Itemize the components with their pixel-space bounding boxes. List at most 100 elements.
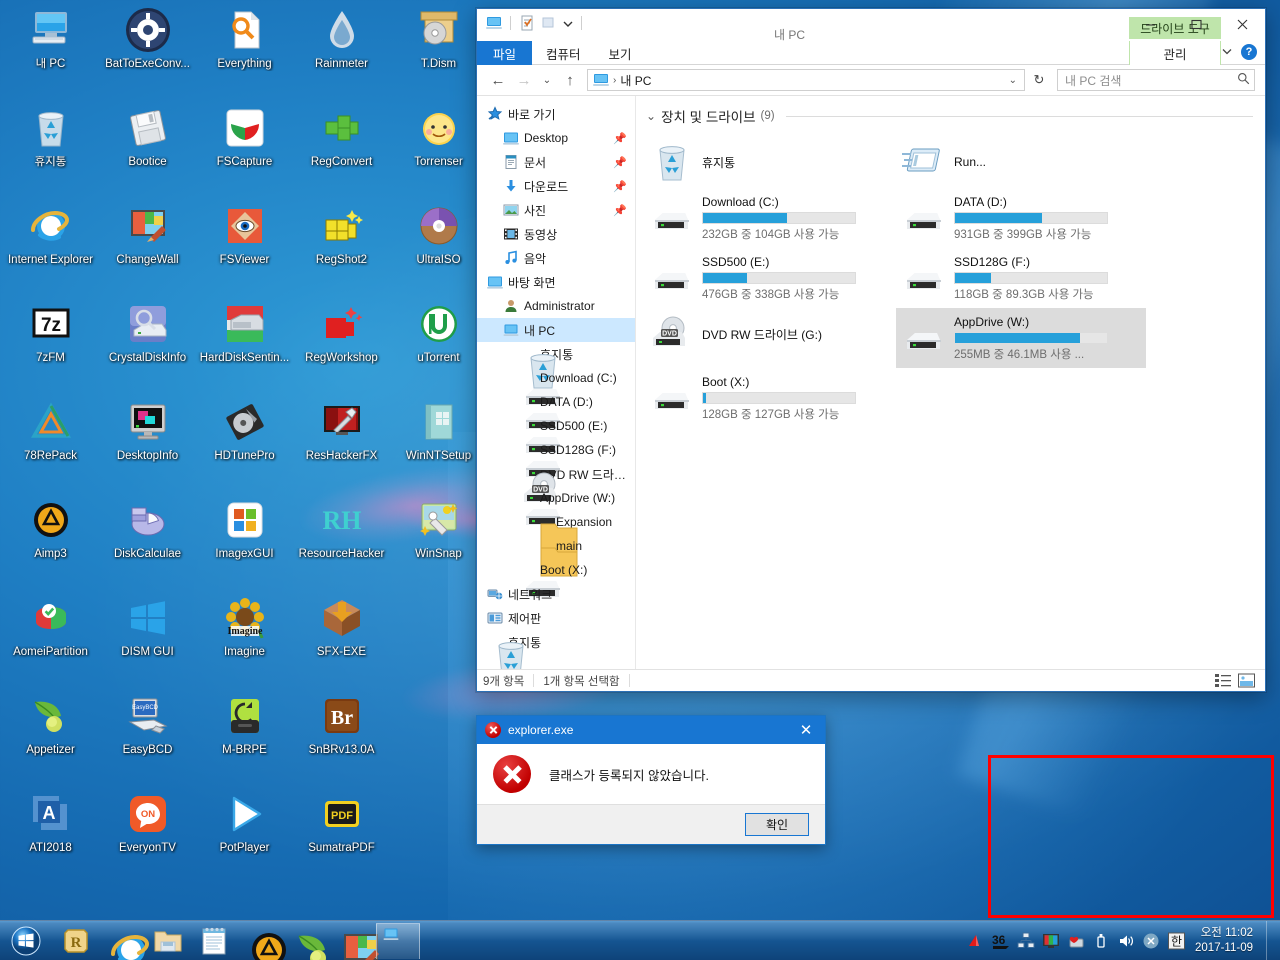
desktop-icon[interactable]: SFX-EXE <box>293 588 390 686</box>
nav-tree-item[interactable]: 내 PC <box>477 318 635 342</box>
desktop-icon[interactable]: AomeiPartition <box>2 588 99 686</box>
desktop-icon[interactable]: ChangeWall <box>99 196 196 294</box>
desktop-icon[interactable]: Imagine Imagine <box>196 588 293 686</box>
taskbar-item-folder[interactable] <box>146 923 190 959</box>
desktop-icon[interactable]: Internet Explorer <box>2 196 99 294</box>
close-circle-icon[interactable] <box>1142 932 1160 950</box>
recent-locations-chevron-down-icon[interactable]: ⌄ <box>539 69 555 91</box>
arrow-up-icon[interactable]: ↑ <box>559 69 581 91</box>
nav-tree-item[interactable]: main <box>477 534 635 577</box>
drive-tile[interactable]: AppDrive (W:) 255MB 중 46.1MB 사용 ... <box>896 308 1146 368</box>
desktop-icon[interactable]: EasyBCD EasyBCD <box>99 686 196 784</box>
close-button[interactable] <box>1219 9 1265 39</box>
customize-dropdown-icon[interactable] <box>562 14 574 32</box>
network-share-icon[interactable] <box>1017 932 1035 950</box>
volume-icon[interactable] <box>1117 932 1135 950</box>
pin-icon[interactable]: 📌 <box>613 156 627 169</box>
chevron-down-icon[interactable]: ⌄ <box>646 109 656 123</box>
taskbar-item-explorer[interactable] <box>376 922 420 959</box>
desktop-icon[interactable]: A ATI2018 <box>2 784 99 882</box>
ime-korean-icon[interactable]: 한 <box>1167 932 1186 950</box>
tab-view[interactable]: 보기 <box>595 41 646 65</box>
group-header[interactable]: ⌄ 장치 및 드라이브 (9) <box>644 106 1265 126</box>
search-input[interactable]: 내 PC 검색 <box>1057 69 1255 91</box>
clock[interactable]: 오전 11:02 2017-11-09 <box>1193 926 1259 956</box>
nav-tree-item[interactable]: 바로 가기 <box>477 102 635 126</box>
nav-tree-item[interactable]: 휴지통 <box>477 630 635 669</box>
nav-tree-item[interactable]: 다운로드 📌 <box>477 174 635 198</box>
taskbar-item-appetizer[interactable] <box>284 923 328 960</box>
desktop-icon[interactable]: RegShot2 <box>293 196 390 294</box>
arrow-right-icon[interactable]: → <box>513 69 535 91</box>
desktop-icon[interactable]: 내 PC <box>2 0 99 98</box>
desktop-icon[interactable]: UltraISO <box>390 196 487 294</box>
drive-tile[interactable]: DVD DVD RW 드라이브 (G:) <box>644 308 894 360</box>
large-icons-view-icon[interactable] <box>1238 673 1255 688</box>
desktop-icon[interactable]: Everything <box>196 0 293 98</box>
desktop-icon[interactable]: HDTunePro <box>196 392 293 490</box>
nav-tree-item[interactable]: Expansion <box>477 510 635 553</box>
nav-tree-item[interactable]: SSD128G (F:) <box>477 438 635 477</box>
arrow-left-icon[interactable]: ← <box>487 69 509 91</box>
nav-tree-item[interactable]: 문서 📌 <box>477 150 635 174</box>
properties-icon[interactable] <box>518 14 536 32</box>
nav-tree-item[interactable]: 동영상 <box>477 222 635 246</box>
desktop-icon[interactable]: BatToExeConv... <box>99 0 196 98</box>
desktop-icon[interactable]: Aimp3 <box>2 490 99 588</box>
desktop-icon[interactable]: DiskCalculae <box>99 490 196 588</box>
nav-tree-item[interactable]: Boot (X:) <box>477 558 635 597</box>
taskbar-item-aimp[interactable] <box>238 923 286 960</box>
desktop-icon[interactable]: WinNTSetup <box>390 392 487 490</box>
desktop-icon[interactable]: PotPlayer <box>196 784 293 882</box>
maximize-button[interactable] <box>1173 9 1219 39</box>
pin-icon[interactable]: 📌 <box>613 204 627 217</box>
drive-tile[interactable]: Download (C:) 232GB 중 104GB 사용 가능 <box>644 188 894 248</box>
nav-tree-item[interactable]: DVD DVD RW 드라이브 <box>477 462 635 502</box>
desktop-icon[interactable]: Br SnBRv13.0A <box>293 686 390 784</box>
pin-icon[interactable]: 📌 <box>613 180 627 193</box>
nav-tree-item[interactable]: 사진 📌 <box>477 198 635 222</box>
nav-tree-item[interactable]: SSD500 (E:) <box>477 414 635 453</box>
nav-tree-item[interactable]: Download (C:) <box>477 366 635 405</box>
new-folder-icon[interactable] <box>540 14 558 32</box>
tab-computer[interactable]: 컴퓨터 <box>532 41 595 65</box>
desktop-icon[interactable]: Torrenser <box>390 98 487 196</box>
taskbar-item-r[interactable]: R <box>54 923 98 959</box>
drive-tile[interactable]: DATA (D:) 931GB 중 399GB 사용 가능 <box>896 188 1146 248</box>
desktop-icon[interactable]: CrystalDiskInfo <box>99 294 196 392</box>
ok-button[interactable]: 확인 <box>745 813 809 836</box>
nav-tree-item[interactable]: 음악 <box>477 246 635 270</box>
taskbar-item-notepad[interactable] <box>192 923 236 959</box>
desktop-icon[interactable]: RegConvert <box>293 98 390 196</box>
desktop-icon[interactable]: 휴지통 <box>2 98 99 196</box>
drive-tile[interactable]: Run... <box>896 136 1146 188</box>
color-monitor-icon[interactable] <box>1042 932 1060 950</box>
nav-tree-item[interactable]: 네트워크 <box>477 582 635 606</box>
desktop-icon[interactable]: 78RePack <box>2 392 99 490</box>
drive-tile[interactable]: SSD500 (E:) 476GB 중 338GB 사용 가능 <box>644 248 894 308</box>
counter-36-icon[interactable]: 36 <box>992 932 1010 950</box>
refresh-icon[interactable]: ↻ <box>1029 72 1049 88</box>
close-icon[interactable]: ✕ <box>793 723 819 738</box>
nav-tree-item[interactable]: Administrator <box>477 294 635 318</box>
tab-manage[interactable]: 관리 <box>1129 41 1221 65</box>
desktop-icon[interactable]: ON EveryonTV <box>99 784 196 882</box>
desktop-icon[interactable]: 7z 7zFM <box>2 294 99 392</box>
desktop-icon[interactable]: WinSnap <box>390 490 487 588</box>
nav-tree-item[interactable]: 바탕 화면 <box>477 270 635 294</box>
help-icon[interactable]: ? <box>1241 44 1257 60</box>
usb-icon[interactable] <box>1092 932 1110 950</box>
desktop-icon[interactable]: Bootice <box>99 98 196 196</box>
red-heart-disk-icon[interactable] <box>1067 932 1085 950</box>
desktop-icon[interactable]: FSViewer <box>196 196 293 294</box>
nav-tree-item[interactable]: Desktop 📌 <box>477 126 635 150</box>
taskbar-item-changewall[interactable] <box>330 923 379 960</box>
nav-tree-item[interactable]: DATA (D:) <box>477 390 635 429</box>
drive-tile[interactable]: 휴지통 <box>644 136 894 188</box>
desktop-icon[interactable]: DesktopInfo <box>99 392 196 490</box>
desktop-icon[interactable]: T.Dism <box>390 0 487 98</box>
tab-file[interactable]: 파일 <box>477 41 533 65</box>
desktop-icon[interactable]: DISM GUI <box>99 588 196 686</box>
nav-tree-item[interactable]: AppDrive (W:) <box>477 486 635 525</box>
desktop-icon[interactable]: PDF SumatraPDF <box>293 784 390 882</box>
